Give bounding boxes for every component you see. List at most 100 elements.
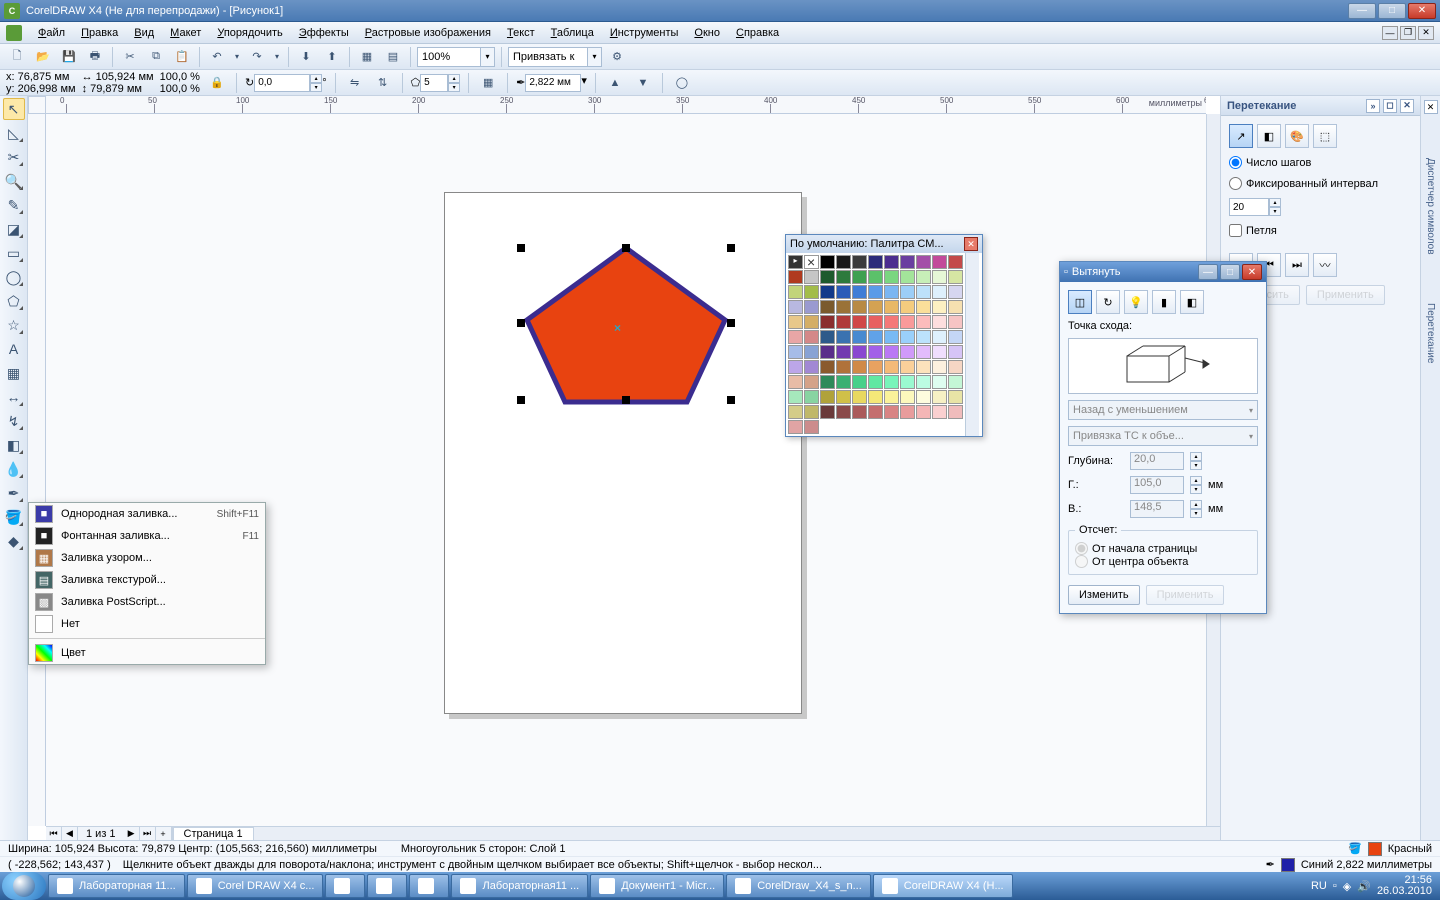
table-tool[interactable]: ▦ (3, 362, 25, 384)
color-swatch[interactable] (852, 270, 867, 284)
palette-menu-button[interactable]: ▸ (788, 255, 803, 269)
color-swatch[interactable] (916, 360, 931, 374)
rotation-field[interactable]: ↻ ▴▾ ° (245, 74, 327, 92)
extrude-v-field[interactable]: 148,5 (1130, 500, 1184, 518)
color-swatch[interactable] (884, 360, 899, 374)
color-swatch[interactable] (868, 270, 883, 284)
extrude-edit-button[interactable]: Изменить (1068, 585, 1140, 605)
color-swatch[interactable] (916, 330, 931, 344)
color-swatch[interactable] (900, 375, 915, 389)
color-swatch[interactable] (804, 345, 819, 359)
selection-handle[interactable] (517, 396, 525, 404)
first-page-button[interactable]: ⏮ (46, 827, 62, 841)
pentagon-shape[interactable] (519, 242, 733, 412)
pick-tool[interactable]: ↖ (3, 98, 25, 120)
taskbar-item[interactable] (367, 874, 407, 898)
color-swatch[interactable] (868, 405, 883, 419)
color-swatch[interactable] (788, 420, 803, 434)
copy-button[interactable]: ⧉ (145, 46, 167, 68)
color-swatch[interactable] (836, 405, 851, 419)
taskbar-item[interactable]: CorelDraw_X4_s_n... (726, 874, 871, 898)
color-swatch[interactable] (820, 270, 835, 284)
color-palette-window[interactable]: По умолчанию: Палитра СМ... ✕ ▸ (785, 234, 983, 437)
flyout-item[interactable]: ■Однородная заливка...Shift+F11 (29, 503, 265, 525)
basic-shapes-tool[interactable]: ☆ (3, 314, 25, 336)
color-swatch[interactable] (820, 285, 835, 299)
flyout-item[interactable]: ▩Заливка PostScript... (29, 591, 265, 613)
palette-close-button[interactable]: ✕ (964, 237, 978, 251)
symbol-manager-tab[interactable]: Диспетчер символов (1425, 154, 1436, 259)
color-swatch[interactable] (884, 255, 899, 269)
page-tab[interactable]: Страница 1 (173, 827, 254, 841)
cut-button[interactable]: ✂ (119, 46, 141, 68)
color-swatch[interactable] (788, 330, 803, 344)
menu-справка[interactable]: Справка (728, 25, 787, 41)
color-swatch[interactable] (900, 360, 915, 374)
tray-network-icon[interactable]: ◈ (1343, 880, 1351, 893)
extrude-h-field[interactable]: 105,0 (1130, 476, 1184, 494)
add-page-button[interactable]: + (156, 827, 172, 841)
extrude-light-tab[interactable]: 💡 (1124, 290, 1148, 314)
extrude-bevel-tab[interactable]: ◧ (1180, 290, 1204, 314)
color-swatch[interactable] (788, 270, 803, 284)
ellipse-tool[interactable]: ◯ (3, 266, 25, 288)
color-swatch[interactable] (900, 345, 915, 359)
outline-width-field[interactable]: ✒ ▾ (516, 74, 587, 92)
color-swatch[interactable] (804, 330, 819, 344)
color-swatch[interactable] (788, 360, 803, 374)
color-swatch[interactable] (820, 345, 835, 359)
vertical-ruler[interactable] (28, 114, 46, 826)
rectangle-tool[interactable]: ▭ (3, 242, 25, 264)
color-swatch[interactable] (884, 390, 899, 404)
window-maximize-button[interactable]: □ (1378, 3, 1406, 19)
color-swatch[interactable] (820, 330, 835, 344)
color-swatch[interactable] (852, 360, 867, 374)
color-swatch[interactable] (804, 300, 819, 314)
docker-undock-button[interactable]: ◻ (1383, 99, 1397, 113)
zoom-dropdown[interactable]: ▾ (481, 47, 495, 67)
print-button[interactable]: 🖶 (84, 46, 106, 68)
export-button[interactable]: ⬆ (321, 46, 343, 68)
extrude-depth-field[interactable]: 20,0 (1130, 452, 1184, 470)
docker-tabs-close[interactable]: ✕ (1424, 100, 1438, 114)
shape-tool[interactable]: ◺ (3, 122, 25, 144)
blend-misc-tab[interactable]: ⬚ (1313, 124, 1337, 148)
options-button[interactable]: ⚙ (606, 46, 628, 68)
color-swatch[interactable] (852, 255, 867, 269)
blend-wave-button[interactable]: 〰 (1313, 253, 1337, 277)
interval-radio[interactable]: Фиксированный интервал (1229, 177, 1412, 190)
color-swatch[interactable] (884, 300, 899, 314)
selection-handle[interactable] (622, 396, 630, 404)
color-swatch[interactable] (820, 405, 835, 419)
snap-combo[interactable]: ▾ (508, 47, 602, 67)
mirror-v-button[interactable]: ⇅ (372, 72, 394, 94)
color-swatch[interactable] (884, 405, 899, 419)
mirror-h-button[interactable]: ⇋ (344, 72, 366, 94)
color-swatch[interactable] (948, 375, 963, 389)
color-swatch[interactable] (836, 330, 851, 344)
color-swatch[interactable] (836, 285, 851, 299)
color-swatch[interactable] (852, 315, 867, 329)
taskbar-item[interactable]: Лабораторная11 ... (451, 874, 588, 898)
prev-page-button[interactable]: ◀ (62, 827, 78, 841)
interactive-fill-tool[interactable]: ◆ (3, 530, 25, 552)
extrude-apply-button[interactable]: Применить (1146, 585, 1225, 605)
color-swatch[interactable] (788, 375, 803, 389)
snap-dropdown[interactable]: ▾ (588, 47, 602, 67)
paste-button[interactable]: 📋 (171, 46, 193, 68)
menu-упорядочить[interactable]: Упорядочить (209, 25, 290, 41)
redo-dropdown[interactable]: ▾ (272, 46, 282, 68)
color-swatch[interactable] (884, 285, 899, 299)
color-swatch[interactable] (836, 315, 851, 329)
system-tray[interactable]: RU ▫ ◈ 🔊 21:5626.03.2010 (1311, 875, 1438, 897)
loop-checkbox[interactable]: Петля (1229, 224, 1412, 237)
taskbar-item[interactable]: Corel DRAW X4 с... (187, 874, 324, 898)
color-swatch[interactable] (836, 360, 851, 374)
color-swatch[interactable] (948, 405, 963, 419)
menu-макет[interactable]: Макет (162, 25, 209, 41)
color-swatch[interactable] (932, 375, 947, 389)
start-button[interactable] (2, 872, 46, 900)
extrude-window[interactable]: ▫ Вытянуть — □ ✕ ◫ ↻ 💡 ▮ ◧ Точка схода: (1059, 261, 1267, 614)
color-swatch[interactable] (948, 285, 963, 299)
extrude-color-tab[interactable]: ▮ (1152, 290, 1176, 314)
